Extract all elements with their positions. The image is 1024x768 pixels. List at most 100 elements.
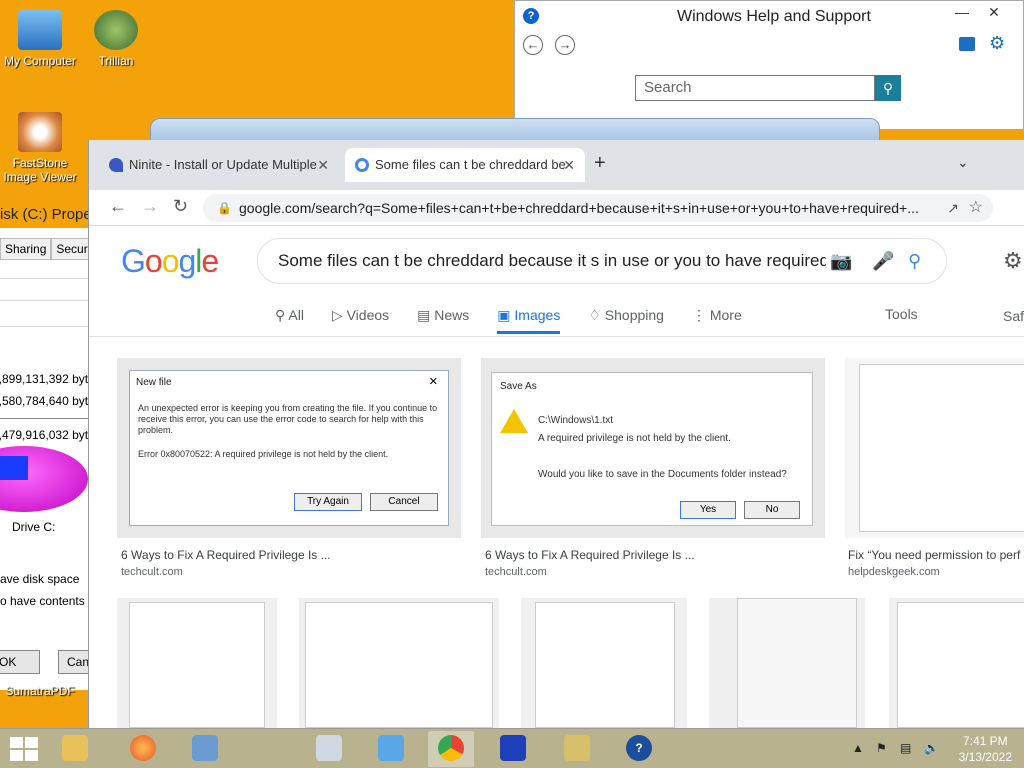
back-arrow-icon[interactable]: ←: [523, 35, 543, 55]
settings-gear-icon[interactable]: ⚙: [1003, 248, 1023, 274]
dialog-question: Would you like to save in the Documents …: [538, 469, 787, 480]
desktop-icon-sumatra[interactable]: SumatraPDF: [0, 684, 80, 698]
back-icon[interactable]: ←: [109, 196, 127, 217]
tab-shopping[interactable]: ♢ Shopping: [588, 300, 664, 330]
system-clock[interactable]: 7:41 PM 3/13/2022: [959, 733, 1012, 765]
dialog-path: C:\Windows\1.txt: [538, 415, 614, 426]
image-result[interactable]: [845, 358, 1024, 538]
divider: [0, 278, 91, 279]
search-icon[interactable]: ⚲: [875, 75, 901, 101]
gear-icon[interactable]: ⚙: [989, 33, 1005, 54]
close-tab-icon[interactable]: ✕: [563, 148, 575, 182]
folder-icon: [62, 735, 88, 761]
result-title[interactable]: Fix “You need permission to perf: [848, 548, 1024, 562]
tab-images[interactable]: ▣ Images: [497, 300, 561, 334]
network-icon[interactable]: ▤: [900, 741, 911, 755]
dialog-button: Yes: [680, 501, 736, 519]
firefox-icon: [130, 735, 156, 761]
close-button[interactable]: ✕: [979, 1, 1009, 23]
print-icon[interactable]: [959, 37, 975, 51]
taskbar-performance[interactable]: [306, 731, 352, 767]
cancel-button[interactable]: Can: [58, 650, 91, 674]
result-title[interactable]: 6 Ways to Fix A Required Privilege Is ..…: [485, 548, 825, 562]
taskbar-keys[interactable]: [554, 731, 600, 767]
trillian-icon: [94, 10, 138, 50]
image-result[interactable]: [299, 598, 499, 728]
taskbar: ? ▲ ⚑ ▤ 🔈 7:41 PM 3/13/2022: [0, 728, 1024, 768]
security-tab-screenshot: [535, 602, 675, 728]
result-title[interactable]: 6 Ways to Fix A Required Privilege Is ..…: [121, 548, 461, 562]
tools-button[interactable]: Tools: [885, 306, 918, 322]
dialog-error: Error 0x80070522: A required privilege i…: [138, 449, 389, 459]
tab-sharing[interactable]: Sharing: [0, 238, 52, 259]
user-accounts-screenshot: [859, 364, 1024, 532]
result-source: techcult.com: [485, 566, 547, 578]
control-panel-icon: [192, 735, 218, 761]
window-title: isk (C:) Proper: [0, 200, 91, 228]
volume-icon[interactable]: 🔈: [924, 741, 939, 755]
tab-more[interactable]: ⋮ More: [692, 300, 742, 330]
taskbar-recycle[interactable]: [368, 731, 414, 767]
close-tab-icon[interactable]: ✕: [317, 148, 329, 182]
image-result[interactable]: Save As C:\Windows\1.txt A required priv…: [481, 358, 825, 538]
start-windows-icon[interactable]: [10, 737, 38, 761]
forward-arrow-icon[interactable]: →: [555, 35, 575, 55]
tab-label: More: [709, 307, 742, 323]
desktop-icon-trillian[interactable]: Trillian: [76, 10, 156, 68]
taskbar-control-panel[interactable]: [182, 731, 228, 767]
help-window-title: Windows Help and Support: [677, 8, 871, 25]
tab-all[interactable]: ⚲ All: [275, 300, 304, 330]
tab-ninite[interactable]: Ninite - Install or Update Multiple ✕: [99, 148, 339, 182]
tab-videos[interactable]: ▷ Videos: [332, 300, 389, 330]
image-icon: ▣: [497, 307, 515, 323]
computer-icon: [18, 10, 62, 50]
help-icon: ?: [626, 735, 652, 761]
chevron-up-icon[interactable]: ▲: [852, 741, 864, 755]
close-icon: ✕: [428, 376, 438, 388]
news-icon: ▤: [417, 307, 435, 323]
google-logo[interactable]: Google: [121, 243, 219, 280]
image-result[interactable]: [117, 598, 277, 728]
tab-google-search[interactable]: Some files can t be chreddard be ✕: [345, 148, 585, 182]
search-nav-tabs: ⚲ All ▷ Videos ▤ News ▣ Images ♢ Shoppin…: [275, 300, 742, 334]
dialog-screenshot: New file ✕ An unexpected error is keepin…: [129, 370, 449, 526]
taskbar-firefox[interactable]: [120, 731, 166, 767]
safesearch-button[interactable]: Saf: [1003, 308, 1024, 324]
taskbar-help[interactable]: ?: [616, 731, 662, 767]
image-result[interactable]: [521, 598, 687, 728]
dialog-error: A required privilege is not held by the …: [538, 433, 731, 444]
monitor-icon: [316, 735, 342, 761]
divider: [0, 418, 91, 419]
image-result[interactable]: New file ✕ An unexpected error is keepin…: [117, 358, 461, 538]
taskbar-chrome[interactable]: [428, 731, 474, 767]
desktop-icon-faststone[interactable]: FastStone Image Viewer: [0, 112, 80, 184]
tab-strip: Ninite - Install or Update Multiple ✕ So…: [89, 140, 1024, 190]
image-result[interactable]: [889, 598, 1024, 728]
share-icon[interactable]: ↗: [947, 194, 959, 222]
tab-label: Images: [514, 307, 561, 323]
clock-date: 3/13/2022: [958, 750, 1012, 764]
camera-icon[interactable]: 📷: [826, 239, 857, 283]
tab-news[interactable]: ▤ News: [417, 300, 469, 330]
recycle-bin-icon: [378, 735, 404, 761]
microphone-icon[interactable]: 🎤: [872, 239, 894, 283]
flag-icon[interactable]: ⚑: [876, 741, 887, 755]
app-window-icon: [500, 735, 526, 761]
bookmark-star-icon[interactable]: ☆: [969, 194, 983, 222]
help-search-input[interactable]: Search: [635, 75, 875, 101]
google-search-input[interactable]: Some files can t be chreddard because it…: [257, 238, 947, 284]
new-tab-icon[interactable]: +: [594, 152, 606, 175]
reload-icon[interactable]: ↻: [173, 196, 188, 217]
minimize-button[interactable]: —: [947, 1, 977, 23]
image-result[interactable]: [709, 598, 865, 728]
tab-security[interactable]: Secur: [51, 238, 91, 259]
taskbar-app[interactable]: [490, 731, 536, 767]
taskbar-file-explorer[interactable]: [52, 731, 98, 767]
address-bar[interactable]: 🔒 google.com/search?q=Some+files+can+t+b…: [203, 194, 993, 222]
ok-button[interactable]: OK: [0, 650, 40, 674]
chevron-down-icon[interactable]: ⌄: [957, 154, 969, 171]
context-menu-screenshot: [737, 598, 857, 728]
forward-icon[interactable]: →: [141, 196, 159, 217]
desktop-icon-my-computer[interactable]: My Computer: [0, 10, 80, 68]
search-icon[interactable]: ⚲: [908, 239, 921, 283]
